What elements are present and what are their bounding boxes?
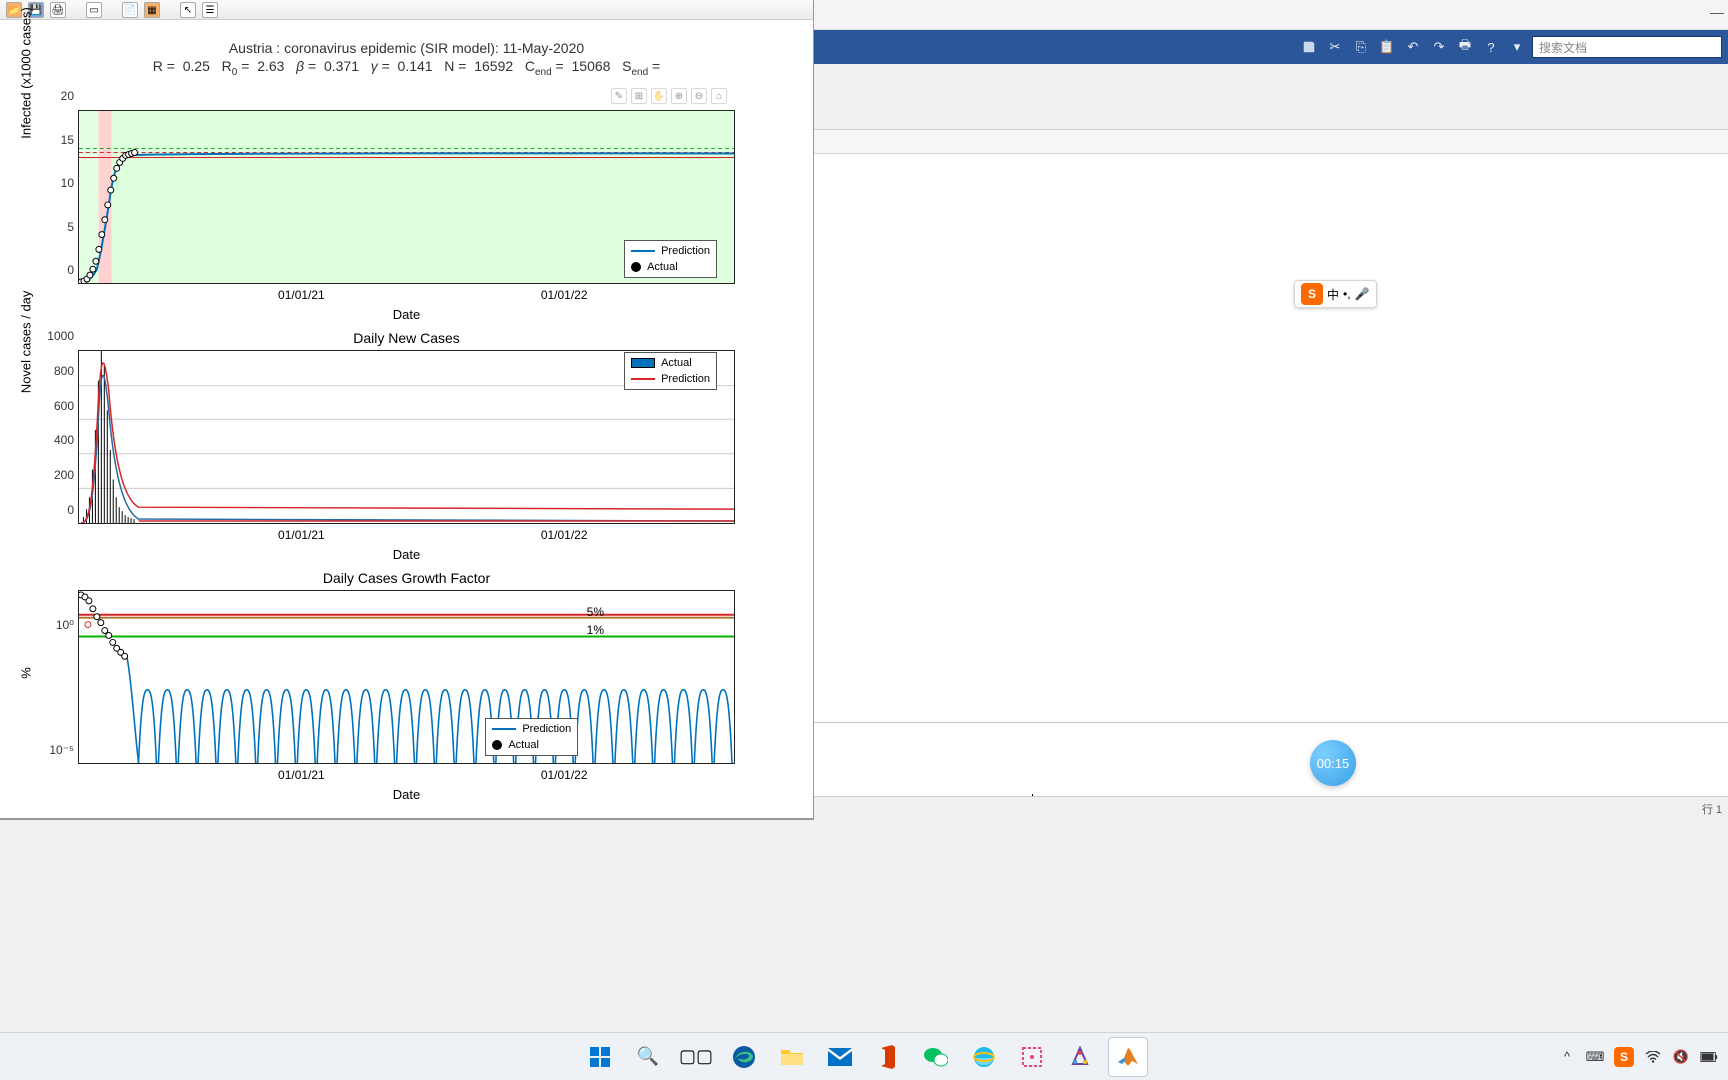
pointer-icon[interactable]: ↖ xyxy=(180,2,196,18)
subplot-growth-factor: Daily Cases Growth Factor 5% xyxy=(78,590,735,764)
start-icon[interactable] xyxy=(580,1037,620,1077)
recorder-time: 00:15 xyxy=(1317,756,1350,771)
paste-icon[interactable]: 📋 xyxy=(1376,36,1398,58)
yticks: 10⁻⁵ 10⁰ xyxy=(38,590,74,764)
matlab-icon[interactable] xyxy=(1108,1037,1148,1077)
axes-box[interactable]: 5% 1% xyxy=(78,590,735,764)
matlab-figure-window: 📂 💾 🖨 ▭ 📄 ▦ ↖ ☰ Austria : coronavirus ep… xyxy=(0,0,815,820)
dropdown-icon[interactable]: ▾ xyxy=(1506,36,1528,58)
minimize-icon[interactable]: — xyxy=(1710,4,1724,20)
word-ruler[interactable] xyxy=(814,130,1728,154)
file-explorer-icon[interactable] xyxy=(772,1037,812,1077)
annot-1pct: 1% xyxy=(587,623,604,637)
sogou-logo-icon[interactable]: S xyxy=(1301,283,1323,305)
edge-icon[interactable] xyxy=(724,1037,764,1077)
edit-plot-icon[interactable]: 📄 xyxy=(122,2,138,18)
yticks: 0 5 10 15 20 xyxy=(38,110,74,284)
insert-icon[interactable]: ▦ xyxy=(144,2,160,18)
xlabel: Date xyxy=(393,787,420,802)
pan-icon[interactable]: ✋ xyxy=(651,88,667,104)
search-placeholder: 搜索文档 xyxy=(1539,39,1587,56)
subplot-title: Daily Cases Growth Factor xyxy=(323,570,490,586)
subplot-infected: Infected (x1000 cases) Date 0 5 10 15 20… xyxy=(78,110,735,284)
help-icon[interactable]: ? xyxy=(1480,36,1502,58)
app-icon[interactable] xyxy=(1060,1037,1100,1077)
office-icon[interactable] xyxy=(868,1037,908,1077)
status-line-indicator: 行 1 xyxy=(1702,801,1722,817)
save-icon[interactable] xyxy=(1298,36,1320,58)
word-statusbar: 行 1 xyxy=(814,796,1728,820)
subplot-title: Daily New Cases xyxy=(353,330,460,346)
xticks: 01/01/21 01/01/22 xyxy=(78,528,735,542)
copy-icon[interactable]: ⎘ xyxy=(1350,36,1372,58)
task-view-icon[interactable]: ▢▢ xyxy=(676,1037,716,1077)
print-icon[interactable]: 🖶 xyxy=(1454,36,1476,58)
ylabel: Infected (x1000 cases) xyxy=(19,7,34,139)
ime-punct-indicator[interactable]: •, xyxy=(1343,287,1351,301)
home-icon[interactable]: ⌂ xyxy=(711,88,727,104)
word-page[interactable] xyxy=(814,154,1728,790)
ime-switch-icon[interactable]: ⌨ xyxy=(1586,1048,1604,1066)
snipping-tool-icon[interactable] xyxy=(1012,1037,1052,1077)
ime-toolbar[interactable]: S 中 •, 🎤 xyxy=(1294,280,1377,308)
word-titlebar[interactable]: — xyxy=(814,0,1728,30)
system-tray: ^ ⌨ S 🔇 xyxy=(1558,1047,1718,1067)
ylabel: Novel cases / day xyxy=(19,291,34,394)
figure-toolbar: 📂 💾 🖨 ▭ 📄 ▦ ↖ ☰ xyxy=(0,0,813,20)
undo-icon[interactable]: ↶ xyxy=(1402,36,1424,58)
legend[interactable]: Prediction Actual xyxy=(485,718,578,756)
figure-title: Austria : coronavirus epidemic (SIR mode… xyxy=(0,40,813,56)
print-icon[interactable]: 🖨 xyxy=(50,2,66,18)
zoom-out-icon[interactable]: ⊖ xyxy=(691,88,707,104)
wechat-icon[interactable] xyxy=(916,1037,956,1077)
word-window: — ✂ ⎘ 📋 ↶ ↷ 🖶 ? ▾ 搜索文档 行 1 xyxy=(814,0,1728,820)
legend[interactable]: Prediction Actual xyxy=(624,240,717,278)
ie-icon[interactable] xyxy=(964,1037,1004,1077)
search-icon[interactable]: 🔍 xyxy=(628,1037,668,1077)
page-break-line xyxy=(814,722,1728,723)
taskbar-center: 🔍 ▢▢ xyxy=(580,1037,1148,1077)
page-setup-icon[interactable]: ▭ xyxy=(86,2,102,18)
xticks: 01/01/21 01/01/22 xyxy=(78,768,735,782)
search-input[interactable]: 搜索文档 xyxy=(1532,36,1722,58)
brush-icon[interactable]: ✎ xyxy=(611,88,627,104)
battery-icon[interactable] xyxy=(1700,1048,1718,1066)
redo-icon[interactable]: ↷ xyxy=(1428,36,1450,58)
word-ribbon-area[interactable] xyxy=(814,64,1728,130)
microphone-icon[interactable]: 🎤 xyxy=(1355,287,1370,301)
figure-params: R = 0.25 R0 = 2.63 β = 0.371 γ = 0.141 N… xyxy=(0,58,813,78)
plot-svg xyxy=(79,591,734,763)
xlabel: Date xyxy=(393,307,420,322)
mail-icon[interactable] xyxy=(820,1037,860,1077)
cut-icon[interactable]: ✂ xyxy=(1324,36,1346,58)
subplot-new-cases: Daily New Cases xyxy=(78,350,735,524)
ylabel: % xyxy=(19,667,34,679)
word-quick-access: ✂ ⎘ 📋 ↶ ↷ 🖶 ? ▾ 搜索文档 xyxy=(814,30,1728,64)
axes-toolbar: ✎ ⊞ ✋ ⊕ ⊖ ⌂ xyxy=(611,88,727,104)
ime-tray-icon[interactable]: S xyxy=(1614,1047,1634,1067)
guide-icon[interactable]: ☰ xyxy=(202,2,218,18)
legend[interactable]: Actual Prediction xyxy=(624,352,717,390)
volume-icon[interactable]: 🔇 xyxy=(1672,1048,1690,1066)
xticks: 01/01/21 01/01/22 xyxy=(78,288,735,302)
annot-5pct: 5% xyxy=(587,605,604,619)
figure-canvas: Austria : coronavirus epidemic (SIR mode… xyxy=(0,30,813,808)
ime-lang-indicator[interactable]: 中 xyxy=(1327,286,1339,303)
tray-overflow-icon[interactable]: ^ xyxy=(1558,1048,1576,1066)
screen-recorder-bubble[interactable]: 00:15 xyxy=(1310,740,1356,786)
wifi-icon[interactable] xyxy=(1644,1048,1662,1066)
windows-taskbar: 🔍 ▢▢ ^ ⌨ S xyxy=(0,1032,1728,1080)
zoom-in-icon[interactable]: ⊕ xyxy=(671,88,687,104)
xlabel: Date xyxy=(393,547,420,562)
datatip-icon[interactable]: ⊞ xyxy=(631,88,647,104)
yticks: 0 200 400 600 800 1000 xyxy=(38,350,74,524)
